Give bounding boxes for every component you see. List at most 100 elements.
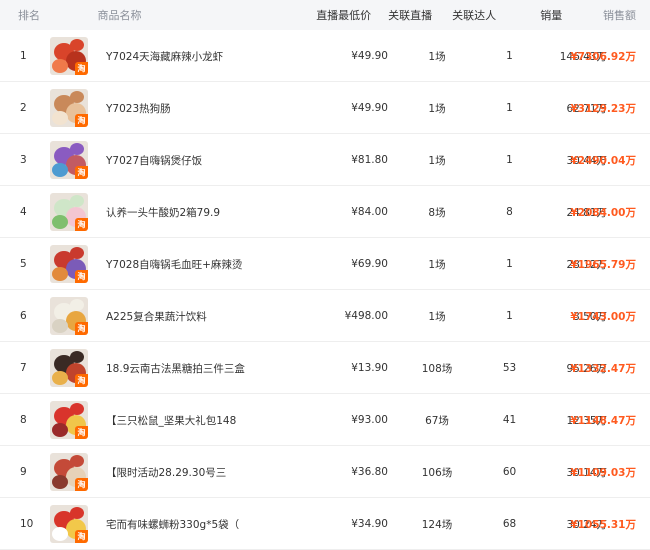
- thumbnail-shape: [52, 423, 68, 437]
- live-count[interactable]: 1场: [392, 257, 482, 272]
- taobao-badge-icon: 淘: [75, 426, 88, 439]
- rank-cell: 9: [20, 466, 27, 478]
- product-name-label[interactable]: Y7024天海藏麻辣小龙虾: [102, 51, 223, 63]
- product-name[interactable]: Y7027自嗨锅煲仔饭: [102, 153, 302, 168]
- live-count[interactable]: 106场: [392, 465, 482, 480]
- live-count[interactable]: 124场: [392, 517, 482, 532]
- product-name[interactable]: A225复合果蔬汁饮料: [102, 309, 302, 324]
- live-count[interactable]: 67场: [392, 413, 482, 428]
- header-min-price[interactable]: 直播最低价: [280, 7, 371, 23]
- product-name-label[interactable]: 认养一头牛酸奶2箱79.9: [102, 207, 220, 219]
- min-price: ¥81.80: [351, 154, 388, 166]
- kol-count[interactable]: 53: [482, 362, 537, 374]
- kol-count[interactable]: 1: [482, 258, 537, 270]
- table-row[interactable]: 9 淘【限时活动28.29.30号三 ¥36.80 106场 60 30.14万 ¥1109…: [0, 447, 650, 498]
- live-count[interactable]: 1场: [392, 309, 482, 324]
- product-thumbnail[interactable]: 淘: [50, 89, 88, 127]
- product-name-label[interactable]: A225复合果蔬汁饮料: [102, 311, 207, 323]
- thumbnail-shape: [52, 527, 68, 541]
- product-name-label[interactable]: 18.9云南古法黑糖拍三件三盒: [102, 363, 245, 375]
- product-name[interactable]: 【限时活动28.29.30号三: [102, 465, 302, 480]
- thumbnail-shape: [70, 351, 84, 363]
- header-live-count[interactable]: 关联直播: [371, 7, 448, 23]
- min-price: ¥49.90: [351, 50, 388, 62]
- thumb-cell: 淘: [50, 349, 102, 387]
- live-count[interactable]: 108场: [392, 361, 482, 376]
- product-thumbnail[interactable]: 淘: [50, 193, 88, 231]
- product-name-label[interactable]: Y7023热狗肠: [102, 103, 171, 115]
- taobao-badge-icon: 淘: [75, 218, 88, 231]
- min-price: ¥36.80: [351, 466, 388, 478]
- gmv-value: ¥3129.23万: [570, 102, 636, 115]
- thumbnail-shape: [52, 59, 68, 73]
- product-thumbnail[interactable]: 淘: [50, 297, 88, 335]
- product-thumbnail[interactable]: 淘: [50, 505, 88, 543]
- product-ranking-table: 排名 商品名称 直播最低价 关联直播 关联达人 销量 销售额 1 淘 Y7024天海…: [0, 0, 650, 550]
- thumb-cell: 淘: [50, 89, 102, 127]
- product-name-label[interactable]: 【限时活动28.29.30号三: [102, 467, 226, 479]
- kol-count[interactable]: 1: [482, 102, 537, 114]
- product-name-label[interactable]: 宅而有味螺蛳粉330g*5袋（: [102, 519, 239, 531]
- product-name-label[interactable]: Y7027自嗨锅煲仔饭: [102, 155, 202, 167]
- taobao-badge-icon: 淘: [75, 166, 88, 179]
- header-product[interactable]: 商品名称: [95, 7, 280, 23]
- live-count[interactable]: 1场: [392, 101, 482, 116]
- thumbnail-shape: [52, 111, 68, 125]
- table-row[interactable]: 4 淘认养一头牛酸奶2箱79.9 ¥84.00 8场 8 24.81万 ¥2084.00万: [0, 187, 650, 238]
- thumbnail-shape: [52, 319, 68, 333]
- table-row[interactable]: 8 淘【三只松鼠_坚果大礼包148 ¥93.00 67场 41 12.35万 ¥1148.4…: [0, 395, 650, 446]
- rank-cell: 4: [20, 206, 27, 218]
- gmv-value: ¥1148.47万: [570, 414, 636, 427]
- table-row[interactable]: 6 淘 A225复合果蔬汁饮料 ¥498.00 1场 1 3.50万 ¥1743.00万: [0, 291, 650, 342]
- product-thumbnail[interactable]: 淘: [50, 401, 88, 439]
- kol-count[interactable]: 1: [482, 154, 537, 166]
- kol-count[interactable]: 1: [482, 50, 537, 62]
- live-count[interactable]: 1场: [392, 153, 482, 168]
- thumbnail-shape: [70, 195, 84, 207]
- rank-cell: 3: [20, 154, 27, 166]
- thumb-cell: 淘: [50, 141, 102, 179]
- kol-count[interactable]: 8: [482, 206, 537, 218]
- min-price: ¥498.00: [344, 310, 388, 322]
- table-row[interactable]: 5 淘 Y7028自嗨锅毛血旺+麻辣烫 ¥69.90 1场 1 28.12万 ¥1965.79…: [0, 239, 650, 290]
- product-name-label[interactable]: Y7028自嗨锅毛血旺+麻辣烫: [102, 259, 242, 271]
- product-thumbnail[interactable]: 淘: [50, 141, 88, 179]
- table-row[interactable]: 10 淘宅而有味螺蛳粉330g*5袋（ ¥34.90 124场 68 30.24万 ¥105…: [0, 499, 650, 550]
- gmv-value: ¥7306.92万: [570, 50, 636, 63]
- table-row[interactable]: 3 淘 Y7027自嗨锅煲仔饭 ¥81.80 1场 1 30.44万 ¥2490.04万: [0, 135, 650, 186]
- product-name[interactable]: 【三只松鼠_坚果大礼包148: [102, 413, 302, 428]
- product-name[interactable]: 宅而有味螺蛳粉330g*5袋（: [102, 517, 302, 532]
- product-name[interactable]: Y7024天海藏麻辣小龙虾: [102, 49, 302, 64]
- rank-cell: 8: [20, 414, 27, 426]
- rank-cell: 2: [20, 102, 27, 114]
- live-count[interactable]: 1场: [392, 49, 482, 64]
- product-name[interactable]: Y7028自嗨锅毛血旺+麻辣烫: [102, 257, 302, 272]
- product-thumbnail[interactable]: 淘: [50, 349, 88, 387]
- kol-count[interactable]: 41: [482, 414, 537, 426]
- table-row[interactable]: 7 淘 18.9云南古法黑糖拍三件三盒 ¥13.90 108场 53 95.26万 ¥1332…: [0, 343, 650, 394]
- kol-count[interactable]: 68: [482, 518, 537, 530]
- product-thumbnail[interactable]: 淘: [50, 245, 88, 283]
- product-thumbnail[interactable]: 淘: [50, 37, 88, 75]
- header-kol-count[interactable]: 关联达人: [449, 7, 500, 23]
- kol-count[interactable]: 1: [482, 310, 537, 322]
- product-name[interactable]: 认养一头牛酸奶2箱79.9: [102, 205, 302, 220]
- header-gmv[interactable]: 销售额: [562, 7, 650, 23]
- min-price: ¥13.90: [351, 362, 388, 374]
- rank-cell: 1: [20, 50, 27, 62]
- header-sales[interactable]: 销量: [500, 7, 562, 23]
- kol-count[interactable]: 60: [482, 466, 537, 478]
- min-price: ¥69.90: [351, 258, 388, 270]
- product-name[interactable]: Y7023热狗肠: [102, 101, 302, 116]
- product-name-label[interactable]: 【三只松鼠_坚果大礼包148: [102, 415, 236, 427]
- header-rank[interactable]: 排名: [0, 7, 48, 23]
- live-count[interactable]: 8场: [392, 205, 482, 220]
- product-name[interactable]: 18.9云南古法黑糖拍三件三盒: [102, 361, 302, 376]
- thumbnail-shape: [52, 163, 68, 177]
- table-row[interactable]: 2 淘 Y7023热狗肠 ¥49.90 1场 1 62.71万 ¥3129.23万: [0, 83, 650, 134]
- thumb-cell: 淘: [50, 37, 102, 75]
- gmv-value: ¥2490.04万: [570, 154, 636, 167]
- table-row[interactable]: 1 淘 Y7024天海藏麻辣小龙虾 ¥49.90 1场 1 146.43万 ¥7306.92万: [0, 31, 650, 82]
- thumbnail-shape: [52, 215, 68, 229]
- product-thumbnail[interactable]: 淘: [50, 453, 88, 491]
